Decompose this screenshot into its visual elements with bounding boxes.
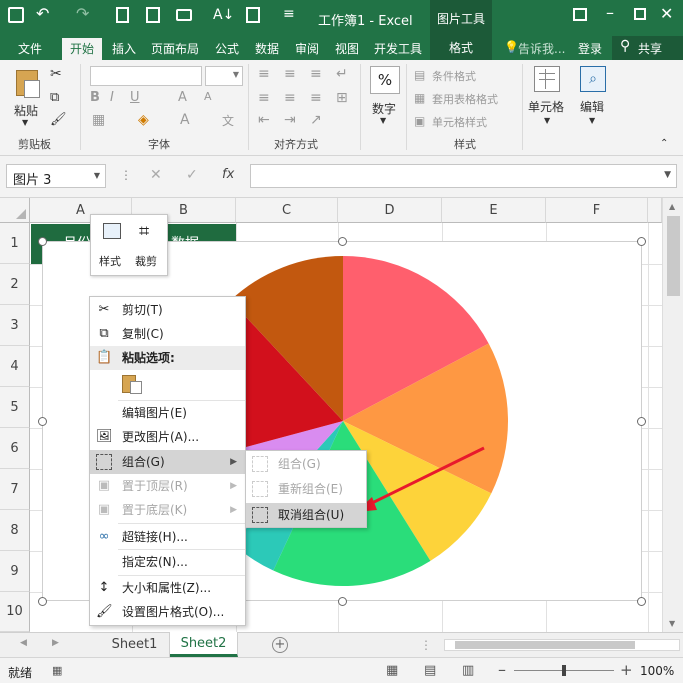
group-icon <box>96 454 112 470</box>
zoom-level[interactable]: 100% <box>640 664 674 678</box>
menu-edit-picture[interactable]: 编辑图片(E) <box>90 401 245 425</box>
horizontal-scrollbar[interactable] <box>444 639 680 651</box>
crop-label: 裁剪 <box>135 255 157 268</box>
cut-icon: ✂ <box>98 302 110 317</box>
status-ready: 就绪 <box>8 666 33 680</box>
sheet-tab-bar: ◀ ▶ Sheet1 Sheet2 + ⋮ <box>0 632 683 657</box>
menu-send-to-back: ▣ 置于底层(K) ▶ <box>97 502 237 517</box>
add-sheet-button[interactable]: + <box>272 637 288 653</box>
menu-copy[interactable]: ⧉ 复制(C) <box>90 322 245 346</box>
zoom-out-button[interactable]: – <box>498 660 506 679</box>
menu-size-properties[interactable]: ↕ 大小和属性(Z)... <box>90 576 245 600</box>
zoom-in-button[interactable]: + <box>620 661 633 679</box>
ungroup-icon <box>252 507 268 523</box>
send-back-icon: ▣ <box>97 502 111 517</box>
submenu-ungroup[interactable]: 取消组合(U) <box>246 503 366 527</box>
group-submenu: 组合(G) 重新组合(E) 取消组合(U) <box>245 450 367 528</box>
change-picture-icon: 🖼 <box>96 429 113 444</box>
macro-record-icon[interactable]: ▦ <box>52 664 62 677</box>
link-icon: ∞ <box>98 529 110 544</box>
size-icon: ↕ <box>98 580 110 595</box>
next-sheet-icon[interactable]: ▶ <box>52 638 59 648</box>
picture-style-button[interactable]: 样式 <box>97 221 131 273</box>
page-break-view-icon[interactable]: ▥ <box>462 663 474 678</box>
menu-change-picture[interactable]: 🖼 更改图片(A)... <box>90 425 245 449</box>
submenu-group: 组合(G) <box>246 452 366 476</box>
menu-format-picture[interactable]: 🖌 设置图片格式(O)... <box>90 600 245 624</box>
prev-sheet-icon[interactable]: ◀ <box>20 638 27 648</box>
scroll-thumb[interactable] <box>455 641 635 649</box>
style-label: 样式 <box>99 255 121 268</box>
sheet-tab-sheet1[interactable]: Sheet1 <box>100 633 170 657</box>
group-icon <box>252 456 268 472</box>
page-layout-view-icon[interactable]: ▤ <box>424 663 436 678</box>
zoom-slider-thumb[interactable] <box>562 665 566 676</box>
regroup-icon <box>252 481 268 497</box>
mini-toolbar: 样式 ⌗ 裁剪 <box>90 214 168 276</box>
status-bar: 就绪 ▦ ▦ ▤ ▥ – + 100% <box>0 657 683 683</box>
context-menu: ✂ 剪切(T) ⧉ 复制(C) 📋 粘贴选项: 编辑图片(E) 🖼 更改图片(A)...… <box>89 296 246 626</box>
normal-view-icon[interactable]: ▦ <box>386 663 398 678</box>
menu-paste-options: 📋 粘贴选项: <box>90 346 245 370</box>
format-picture-icon: 🖌 <box>96 604 113 619</box>
paste-icon: 📋 <box>96 350 113 365</box>
menu-cut[interactable]: ✂ 剪切(T) <box>90 298 245 322</box>
bring-front-icon: ▣ <box>97 478 111 493</box>
menu-hyperlink[interactable]: ∞ 超链接(H)... <box>90 525 245 549</box>
more-icon: ⋮ <box>420 638 432 652</box>
submenu-regroup: 重新组合(E) <box>246 477 366 501</box>
paste-picture-option[interactable] <box>122 373 142 395</box>
menu-assign-macro[interactable]: 指定宏(N)... <box>90 550 245 574</box>
menu-bring-to-front: ▣ 置于顶层(R) ▶ <box>97 478 237 493</box>
sheet-tab-sheet2[interactable]: Sheet2 <box>170 632 238 657</box>
menu-group[interactable]: 组合(G) ▶ <box>90 450 245 474</box>
crop-icon: ⌗ <box>139 221 150 242</box>
copy-icon: ⧉ <box>99 326 109 341</box>
picture-style-icon <box>103 223 121 239</box>
crop-button[interactable]: ⌗ 裁剪 <box>133 221 165 273</box>
